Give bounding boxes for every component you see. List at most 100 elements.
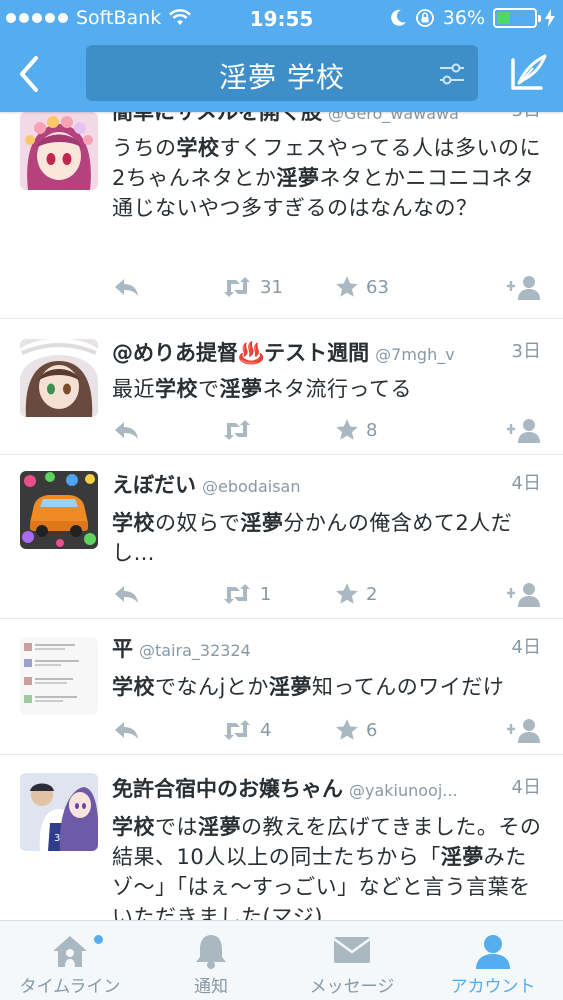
retweet-count: 1 bbox=[260, 583, 272, 605]
envelope-icon bbox=[333, 937, 371, 963]
home-icon bbox=[53, 936, 87, 967]
reply-button[interactable] bbox=[112, 272, 140, 302]
retweet-icon bbox=[224, 720, 250, 740]
star-icon bbox=[336, 719, 358, 740]
screen-name: @taira_32324 bbox=[139, 641, 251, 660]
tweet[interactable]: 平 @taira_32324 4日 学校でなんjとか淫夢知ってんのワイだけ 4 6 bbox=[0, 619, 563, 755]
tweet-author[interactable]: 平 @taira_32324 bbox=[112, 633, 543, 663]
person-icon bbox=[476, 935, 510, 969]
tab-label: タイムライン bbox=[19, 977, 121, 997]
retweet-icon bbox=[224, 277, 250, 297]
tweet-timestamp: 3日 bbox=[512, 112, 541, 122]
tweet-text: 最近学校で淫夢ネタ流行ってる bbox=[112, 374, 543, 404]
avatar[interactable] bbox=[20, 637, 98, 715]
battery-percent: 36% bbox=[442, 7, 485, 29]
retweet-icon bbox=[224, 584, 250, 604]
reply-button[interactable] bbox=[112, 415, 140, 445]
bell-icon bbox=[196, 935, 226, 969]
tweet-text-segment: でなんjとか bbox=[155, 675, 269, 699]
tweet[interactable]: 簡単にサメルを開く股 @Gero_wawawa 3日 うちの学校すくフェスやってる… bbox=[0, 112, 563, 319]
chevron-left-icon bbox=[20, 56, 38, 92]
favorite-button[interactable]: 6 bbox=[334, 715, 377, 745]
follow-user-icon bbox=[507, 419, 540, 443]
moon-icon bbox=[390, 9, 406, 26]
follow-button[interactable] bbox=[507, 579, 543, 609]
tweet-text: 学校では淫夢の教えを広げてきました。その結果、10人以上の同士たちから「淫夢みた… bbox=[112, 812, 543, 920]
tweet-text-segment: では bbox=[155, 815, 198, 839]
follow-user-icon bbox=[507, 583, 540, 607]
tweet-timestamp: 4日 bbox=[511, 637, 541, 658]
reply-icon bbox=[115, 586, 138, 603]
tweet[interactable]: 36 免許合宿中のお嬢ちゃん @yakiunooj... 4日 学校では淫夢の教え… bbox=[0, 755, 563, 920]
favorite-count: 8 bbox=[366, 419, 378, 441]
tweet-text-segment: うちの bbox=[112, 136, 177, 160]
avatar[interactable] bbox=[20, 471, 98, 549]
tweet[interactable]: @めりあ提督♨️テスト週間 @7mgh_v 3日 最近学校で淫夢ネタ流行ってる 8 bbox=[0, 319, 563, 455]
follow-user-icon bbox=[507, 719, 540, 743]
follow-button[interactable] bbox=[507, 415, 543, 445]
filter-sliders-icon[interactable] bbox=[438, 61, 466, 87]
search-keyword-highlight: 淫夢 bbox=[276, 166, 320, 190]
search-keyword-highlight: 学校 bbox=[176, 136, 220, 160]
tab-label: 通知 bbox=[194, 977, 228, 997]
tweet-text-segment: の奴らで bbox=[155, 511, 241, 535]
search-keyword-highlight: 学校 bbox=[112, 511, 155, 535]
search-query: 淫夢 学校 bbox=[219, 61, 345, 94]
avatar[interactable] bbox=[20, 112, 98, 190]
tab-account[interactable]: アカウント bbox=[423, 921, 563, 1000]
search-keyword-highlight: 淫夢 bbox=[198, 815, 241, 839]
display-name: 簡単にサメルを開く股 bbox=[112, 112, 322, 124]
tab-label: メッセージ bbox=[309, 977, 395, 997]
retweet-count: 4 bbox=[260, 719, 272, 741]
tab-label: アカウント bbox=[450, 977, 536, 997]
tweet-timestamp: 3日 bbox=[511, 341, 541, 362]
tab-notifications[interactable]: 通知 bbox=[141, 921, 281, 1000]
tweet-author[interactable]: 簡単にサメルを開く股 @Gero_wawawa bbox=[112, 112, 543, 126]
tweet-author[interactable]: @めりあ提督♨️テスト週間 @7mgh_v bbox=[112, 337, 543, 367]
screen-name: @yakiunooj... bbox=[349, 781, 458, 800]
favorite-button[interactable]: 63 bbox=[334, 272, 389, 302]
tab-bar: タイムライン 通知 メッセージ アカウント bbox=[0, 920, 563, 1000]
follow-button[interactable] bbox=[507, 715, 543, 745]
reply-icon bbox=[115, 279, 138, 296]
search-keyword-highlight: 淫夢 bbox=[240, 511, 284, 535]
avatar-screenshot-thumbnail bbox=[20, 637, 98, 715]
search-field[interactable]: 淫夢 学校 bbox=[86, 45, 478, 101]
follow-user-icon bbox=[507, 276, 540, 300]
tweet-author[interactable]: えぼだい @ebodaisan bbox=[112, 469, 543, 499]
favorite-button[interactable]: 8 bbox=[334, 415, 377, 445]
retweet-count: 31 bbox=[260, 276, 283, 298]
back-button[interactable] bbox=[12, 52, 48, 96]
status-bar: SoftBank 19:55 36% bbox=[0, 0, 563, 38]
tweet-text-segment: 最近 bbox=[112, 377, 155, 401]
compose-tweet-button[interactable] bbox=[507, 50, 549, 94]
tab-messages[interactable]: メッセージ bbox=[282, 921, 422, 1000]
retweet-button[interactable]: 1 bbox=[220, 579, 271, 609]
favorite-count: 6 bbox=[366, 719, 378, 741]
tweet-text: 学校でなんjとか淫夢知ってんのワイだけ bbox=[112, 672, 543, 702]
tweet-actions: 1 2 bbox=[112, 579, 543, 609]
tweet-author[interactable]: 免許合宿中のお嬢ちゃん @yakiunooj... bbox=[112, 773, 543, 803]
search-keyword-highlight: 学校 bbox=[112, 675, 155, 699]
reply-button[interactable] bbox=[112, 715, 140, 745]
reply-button[interactable] bbox=[112, 579, 140, 609]
retweet-button[interactable]: 4 bbox=[220, 715, 271, 745]
tweet-text: 学校の奴らで淫夢分かんの俺含めて2人だし… bbox=[112, 508, 543, 568]
tweet-text: うちの学校すくフェスやってる人は多いのに2ちゃんネタとか淫夢ネタとかニコニコネタ… bbox=[112, 133, 543, 223]
battery-icon bbox=[493, 8, 541, 28]
tweet-timestamp: 4日 bbox=[511, 777, 541, 798]
avatar[interactable] bbox=[20, 339, 98, 417]
nav-header: SoftBank 19:55 36% 淫夢 学校 bbox=[0, 0, 563, 112]
search-keyword-highlight: 淫夢 bbox=[440, 845, 484, 869]
follow-button[interactable] bbox=[507, 272, 543, 302]
tab-timeline[interactable]: タイムライン bbox=[0, 921, 140, 1000]
search-results-feed[interactable]: 簡単にサメルを開く股 @Gero_wawawa 3日 うちの学校すくフェスやってる… bbox=[0, 112, 563, 920]
screen-name: @7mgh_v bbox=[375, 345, 455, 364]
search-keyword-highlight: 学校 bbox=[155, 377, 198, 401]
favorite-button[interactable]: 2 bbox=[334, 579, 377, 609]
search-keyword-highlight: 学校 bbox=[112, 815, 155, 839]
retweet-button[interactable] bbox=[220, 415, 260, 445]
avatar[interactable]: 36 bbox=[20, 773, 98, 851]
retweet-button[interactable]: 31 bbox=[220, 272, 283, 302]
tweet[interactable]: えぼだい @ebodaisan 4日 学校の奴らで淫夢分かんの俺含めて2人だし… … bbox=[0, 455, 563, 619]
